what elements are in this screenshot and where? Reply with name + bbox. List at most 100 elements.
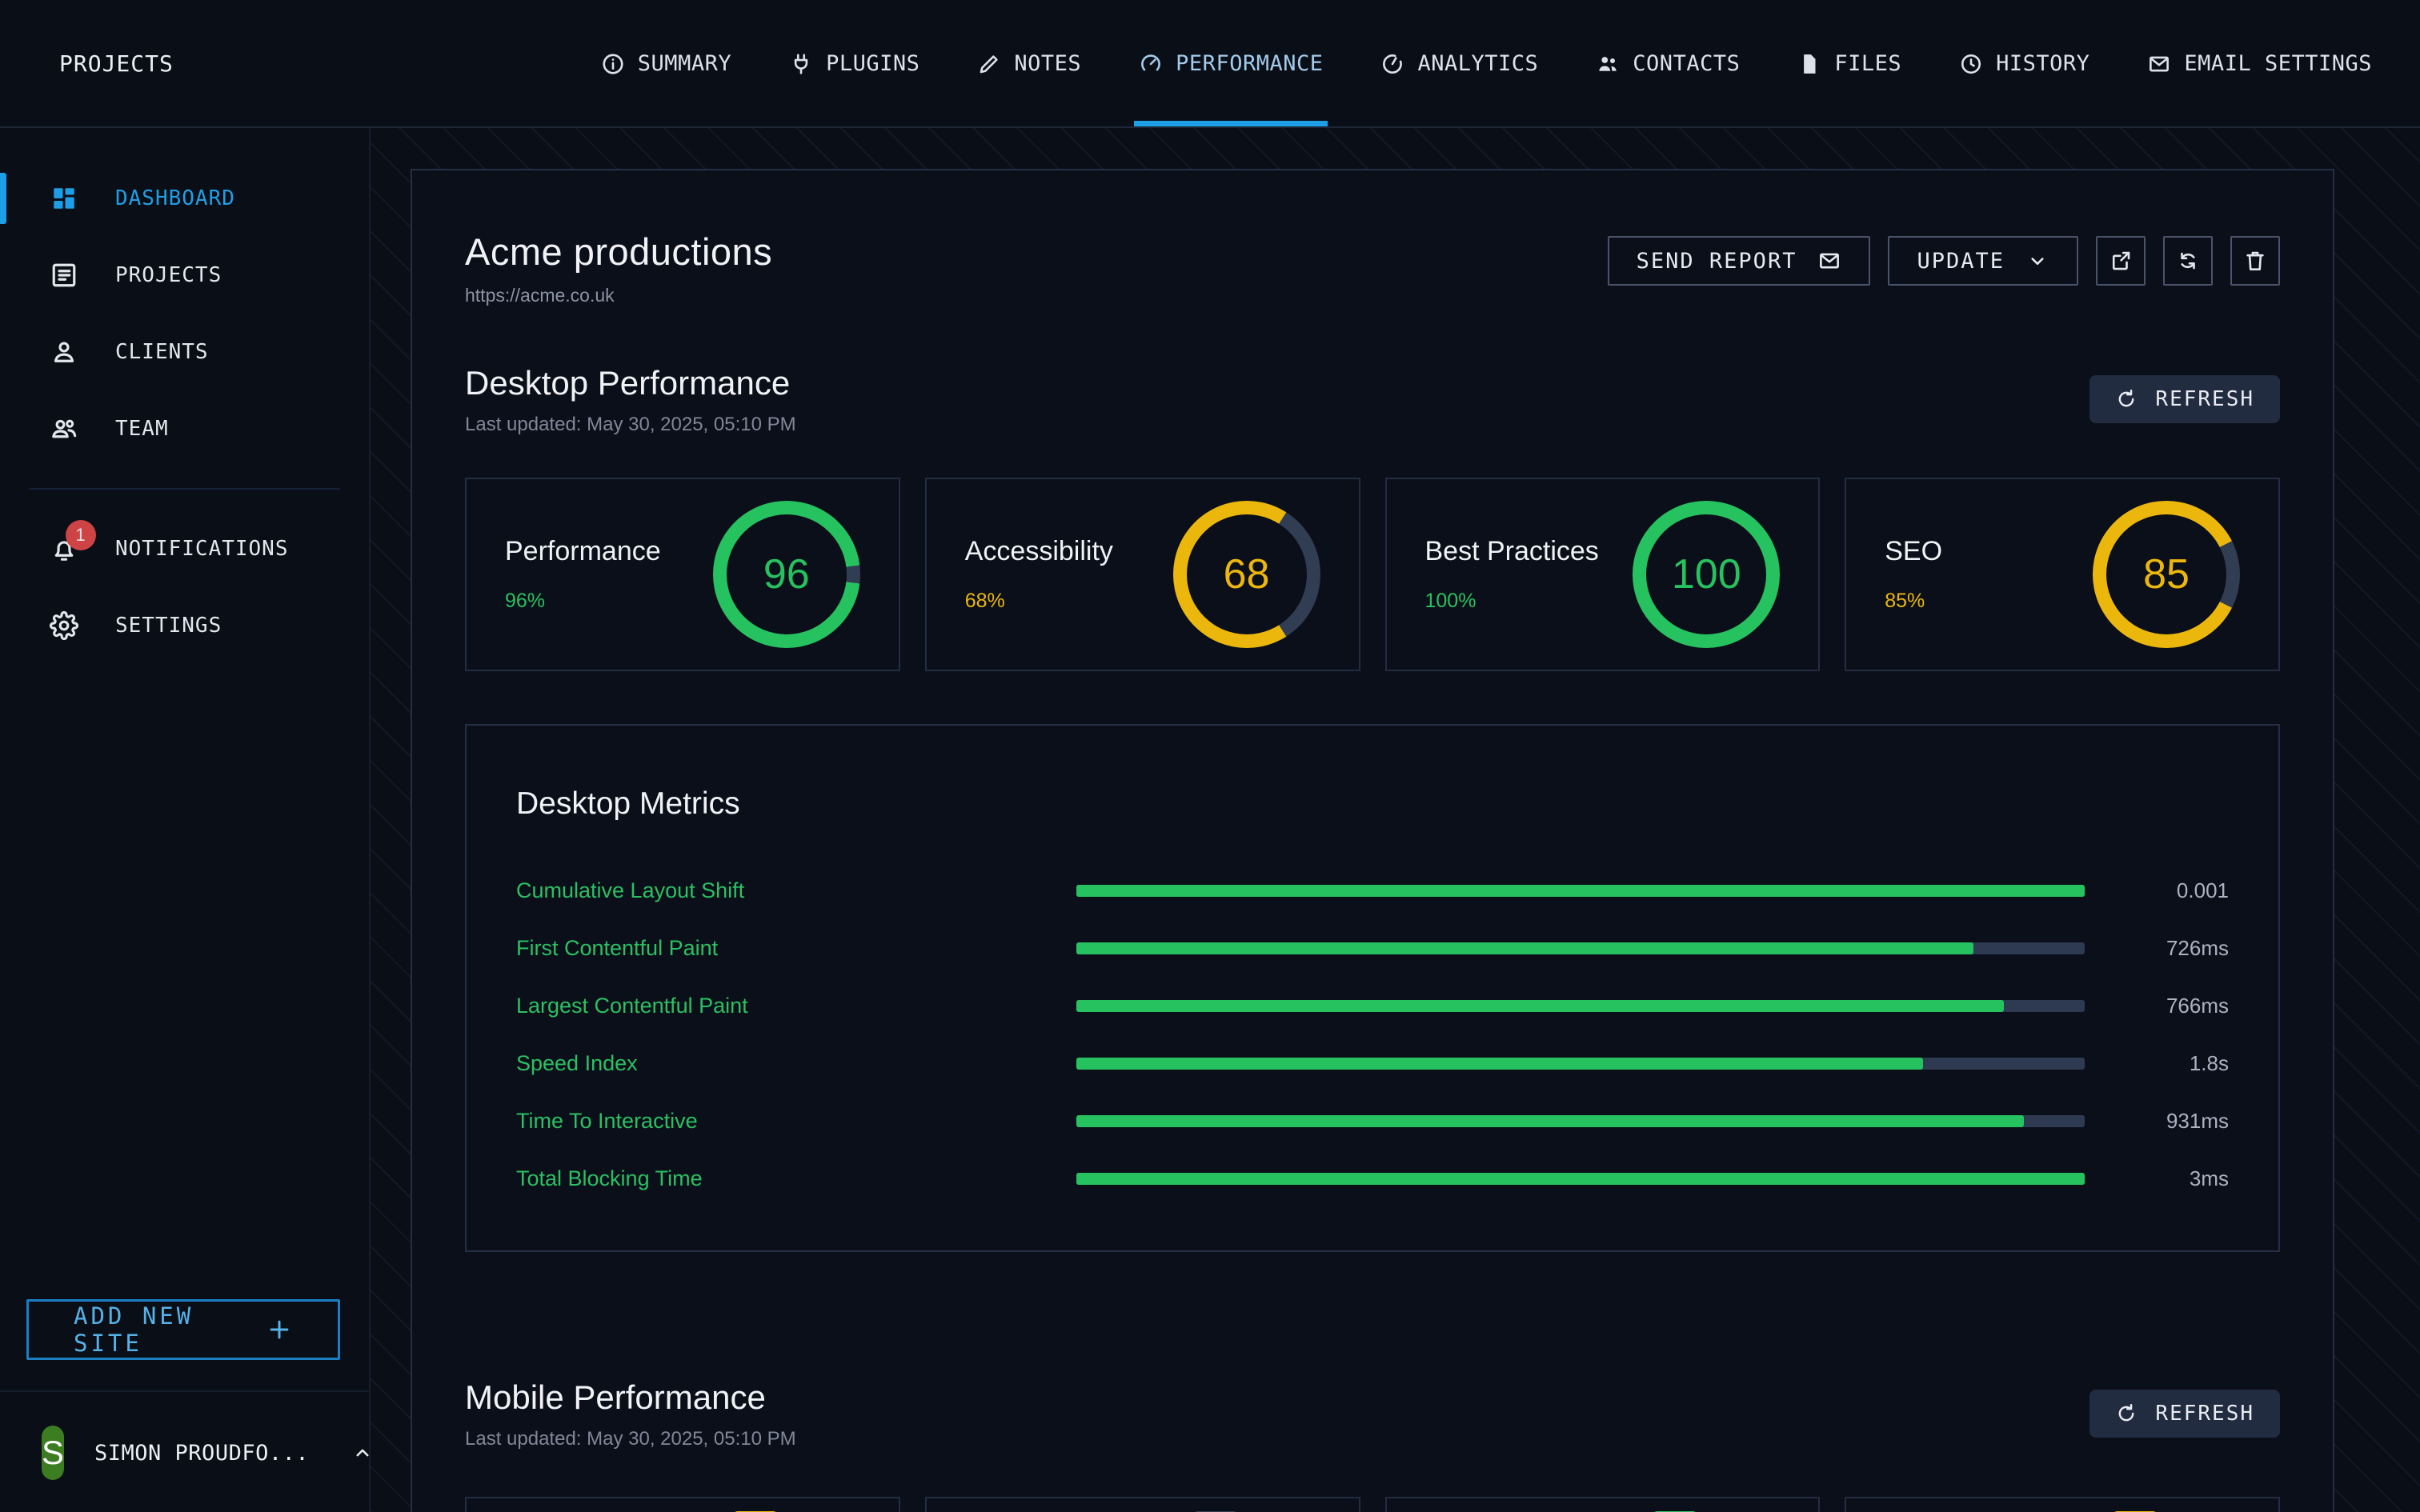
gauge-title: Best Practices bbox=[1425, 536, 1599, 567]
top-bar: PROJECTS SUMMARY PLUGINS NOTES PERFORMANCE A… bbox=[0, 0, 2420, 128]
gauge-info: Best Practices 100% bbox=[1425, 536, 1599, 613]
gauge-value: 68 bbox=[1173, 501, 1320, 648]
metric-bar-fill bbox=[1076, 1000, 2004, 1012]
site-url: https://acme.co.uk bbox=[465, 285, 772, 306]
back-to-projects-link[interactable]: PROJECTS bbox=[50, 0, 174, 126]
update-label: UPDATE bbox=[1917, 249, 2005, 274]
desktop-last-updated: Last updated: May 30, 2025, 05:10 PM bbox=[465, 414, 796, 436]
gauge-title: Accessibility bbox=[965, 536, 1113, 567]
gauge-card-best-practices: Best Practices100%100 bbox=[1385, 478, 1821, 671]
sidebar-item-notifications[interactable]: 1NOTIFICATIONS bbox=[0, 510, 369, 587]
site-actions: SEND REPORT UPDATE bbox=[1608, 236, 2280, 286]
site-title: Acme productions bbox=[465, 230, 772, 274]
mail-icon bbox=[1817, 249, 1841, 273]
tab-label: SUMMARY bbox=[638, 51, 731, 76]
metric-bar bbox=[1076, 1115, 2085, 1127]
tab-label: PLUGINS bbox=[826, 51, 920, 76]
mail-icon bbox=[2147, 52, 2171, 76]
gauge-percent: 100% bbox=[1425, 590, 1599, 613]
metric-row-time-to-interactive: Time To Interactive931ms bbox=[516, 1092, 2229, 1150]
metric-row-total-blocking-time: Total Blocking Time3ms bbox=[516, 1150, 2229, 1207]
gauge-info: Performance96% bbox=[505, 536, 661, 613]
metric-label: First Contentful Paint bbox=[516, 936, 1076, 961]
tab-label: PERFORMANCE bbox=[1176, 51, 1323, 76]
external-link-icon bbox=[2109, 249, 2133, 273]
open-external-button[interactable] bbox=[2096, 236, 2146, 286]
update-button[interactable]: UPDATE bbox=[1888, 236, 2078, 286]
metric-value: 3ms bbox=[2109, 1166, 2229, 1191]
gauge-ring: 85 bbox=[2093, 501, 2240, 648]
send-report-button[interactable]: SEND REPORT bbox=[1608, 236, 1871, 286]
avatar: S bbox=[42, 1426, 64, 1480]
metric-bar-fill bbox=[1076, 1115, 2024, 1127]
tab-analytics[interactable]: ANALYTICS bbox=[1376, 0, 1543, 126]
metric-bar-fill bbox=[1076, 942, 1973, 954]
sync-button[interactable] bbox=[2163, 236, 2213, 286]
gauge-ring: 68 bbox=[1173, 501, 1320, 648]
sidebar-item-projects[interactable]: PROJECTS bbox=[0, 237, 369, 314]
sidebar: DASHBOARD PROJECTSCLIENTS TEAM 1NOTIFICATIO… bbox=[0, 128, 371, 1512]
tab-label: EMAIL SETTINGS bbox=[2184, 51, 2372, 76]
metric-bar-fill bbox=[1076, 1173, 2085, 1185]
gauge-info: SEO85% bbox=[1885, 536, 1942, 613]
tab-email-settings[interactable]: EMAIL SETTINGS bbox=[2142, 0, 2377, 126]
notification-badge: 1 bbox=[66, 520, 96, 550]
desktop-refresh-button[interactable]: REFRESH bbox=[2089, 375, 2280, 423]
send-report-label: SEND REPORT bbox=[1637, 249, 1797, 274]
tab-performance[interactable]: PERFORMANCE bbox=[1134, 0, 1328, 126]
sidebar-item-team[interactable]: TEAM bbox=[0, 390, 369, 467]
sidebar-item-label: SETTINGS bbox=[115, 614, 222, 638]
desktop-performance-title: Desktop Performance bbox=[465, 364, 796, 402]
sidebar-item-settings[interactable]: SETTINGS bbox=[0, 587, 369, 664]
gauge-percent: 85% bbox=[1885, 590, 1942, 613]
gauge-info: Accessibility68% bbox=[965, 536, 1113, 613]
sidebar-item-label: TEAM bbox=[115, 417, 169, 441]
tab-summary[interactable]: SUMMARY bbox=[596, 0, 736, 126]
list-icon bbox=[50, 261, 78, 290]
metric-value: 931ms bbox=[2109, 1109, 2229, 1134]
pencil-icon bbox=[977, 52, 1001, 76]
desktop-metrics-panel: Desktop Metrics Cumulative Layout Shift0… bbox=[465, 724, 2280, 1252]
chevron-down-icon bbox=[2025, 249, 2049, 273]
sidebar-item-clients[interactable]: CLIENTS bbox=[0, 314, 369, 390]
main-content: Acme productions https://acme.co.uk SEND… bbox=[371, 128, 2420, 1512]
tab-history[interactable]: HISTORY bbox=[1954, 0, 2094, 126]
user-menu[interactable]: S SIMON PROUDFO... bbox=[0, 1390, 369, 1512]
metric-bar-fill bbox=[1076, 885, 2085, 897]
mobile-gauge-card-3 bbox=[1385, 1497, 1821, 1512]
metric-bar-fill bbox=[1076, 1058, 1923, 1070]
grid-icon bbox=[50, 184, 78, 213]
tab-label: CONTACTS bbox=[1633, 51, 1740, 76]
person-icon bbox=[50, 338, 78, 366]
gauge-title: Performance bbox=[505, 536, 661, 567]
delete-button[interactable] bbox=[2230, 236, 2280, 286]
add-new-site-button[interactable]: ADD NEW SITE bbox=[26, 1299, 340, 1360]
file-icon bbox=[1797, 52, 1821, 76]
tab-notes[interactable]: NOTES bbox=[972, 0, 1086, 126]
metric-bar bbox=[1076, 1058, 2085, 1070]
tab-label: FILES bbox=[1834, 51, 1901, 76]
mobile-performance-header: Mobile Performance Last updated: May 30,… bbox=[465, 1378, 2280, 1450]
gear-icon bbox=[50, 611, 78, 640]
sidebar-item-label: DASHBOARD bbox=[115, 186, 235, 210]
desktop-metrics-title: Desktop Metrics bbox=[516, 786, 2229, 822]
mobile-gauge-row bbox=[465, 1497, 2280, 1512]
sidebar-spacer bbox=[0, 664, 369, 1299]
tab-plugins[interactable]: PLUGINS bbox=[784, 0, 924, 126]
gauge-ring: 96 bbox=[713, 501, 860, 648]
metric-label: Speed Index bbox=[516, 1051, 1076, 1076]
tab-contacts[interactable]: CONTACTS bbox=[1591, 0, 1745, 126]
mobile-refresh-button[interactable]: REFRESH bbox=[2089, 1390, 2280, 1438]
metric-value: 766ms bbox=[2109, 994, 2229, 1018]
chevron-up-icon[interactable] bbox=[339, 1441, 375, 1465]
bell-icon: 1 bbox=[50, 534, 78, 563]
gauge-icon bbox=[1139, 52, 1163, 76]
gauge-card-seo: SEO85% 85 bbox=[1845, 478, 2280, 671]
mobile-gauge-card-2 bbox=[925, 1497, 1360, 1512]
tab-files[interactable]: FILES bbox=[1793, 0, 1906, 126]
gauge2-icon bbox=[1380, 52, 1404, 76]
user-name: SIMON PROUDFO... bbox=[94, 1441, 309, 1466]
site-panel: Acme productions https://acme.co.uk SEND… bbox=[411, 169, 2334, 1512]
team-icon bbox=[50, 414, 78, 443]
sidebar-item-dashboard[interactable]: DASHBOARD bbox=[0, 160, 369, 237]
